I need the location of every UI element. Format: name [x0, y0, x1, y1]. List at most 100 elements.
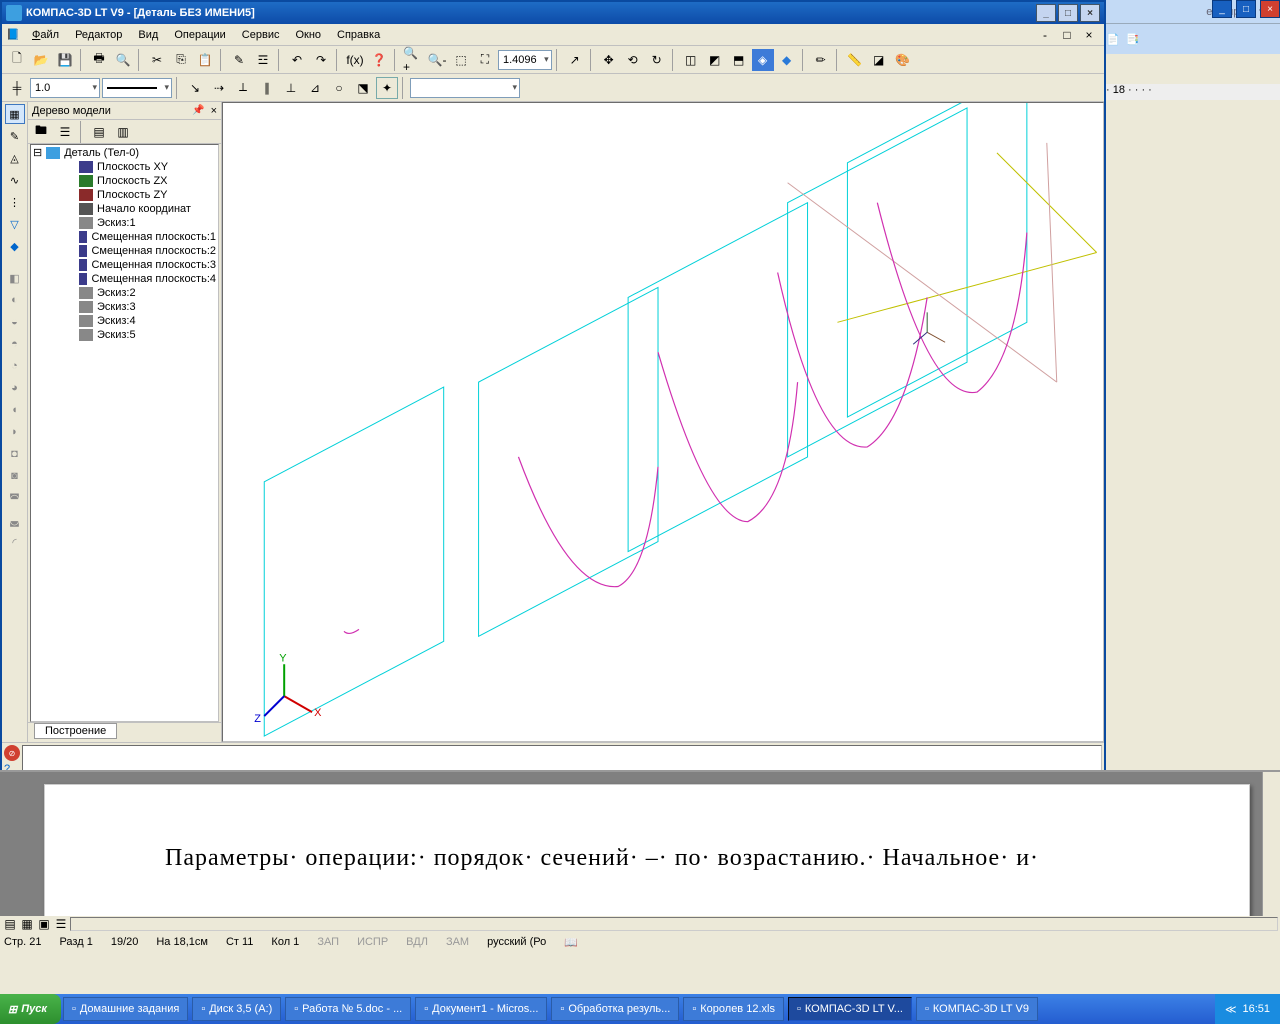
- preview-icon[interactable]: 🔍: [112, 49, 134, 71]
- op-mirror[interactable]: ◚: [5, 488, 25, 508]
- maximize-button[interactable]: □: [1058, 4, 1078, 22]
- vtab-measure[interactable]: ▽: [5, 214, 25, 234]
- edit-sketch-icon[interactable]: ✏: [810, 49, 832, 71]
- stop-icon[interactable]: ⊘: [4, 745, 20, 761]
- cut-icon[interactable]: ✂: [146, 49, 168, 71]
- shaded-icon[interactable]: ◆: [776, 49, 798, 71]
- tree-collapse-icon[interactable]: ▥: [112, 121, 134, 143]
- pin-icon[interactable]: 📌: [192, 105, 204, 116]
- mdi-restore[interactable]: □: [1056, 24, 1078, 46]
- close-button[interactable]: ×: [1080, 4, 1100, 22]
- copy-icon[interactable]: ⎘: [170, 49, 192, 71]
- op-rib[interactable]: ◘: [5, 444, 25, 464]
- vtab-edit[interactable]: ✎: [5, 126, 25, 146]
- vtab-curve[interactable]: ∿: [5, 170, 25, 190]
- tree-item[interactable]: Смещенная плоскость:2: [31, 244, 218, 258]
- vtab-surface[interactable]: ◬: [5, 148, 25, 168]
- op-extrude[interactable]: ◧: [5, 268, 25, 288]
- op-loft[interactable]: ◒: [5, 312, 25, 332]
- paste-icon[interactable]: 📋: [194, 49, 216, 71]
- word-page[interactable]: Параметры· операции:· порядок· сечений· …: [44, 784, 1250, 918]
- tray-lang-icon[interactable]: ≪: [1225, 1003, 1237, 1016]
- menu-service[interactable]: Сервис: [234, 27, 288, 43]
- vtab-aux[interactable]: ⋮: [5, 192, 25, 212]
- taskbar-task[interactable]: ▫Диск 3,5 (A:): [192, 997, 281, 1021]
- taskbar-task[interactable]: ▫Работа № 5.doc - ...: [285, 997, 411, 1021]
- tree-filter-icon[interactable]: ☰: [54, 121, 76, 143]
- tree-item[interactable]: Смещенная плоскость:4: [31, 272, 218, 286]
- minimize-button[interactable]: _: [1036, 4, 1056, 22]
- view-top-icon[interactable]: ⬒: [728, 49, 750, 71]
- word-spellcheck-icon[interactable]: 📖: [564, 936, 578, 949]
- menu-help[interactable]: Справка: [329, 27, 388, 43]
- save-icon[interactable]: 💾: [54, 49, 76, 71]
- word-view-normal[interactable]: ▤: [2, 917, 18, 931]
- word-view-web[interactable]: ▦: [19, 917, 35, 931]
- op-hole[interactable]: ◕: [5, 378, 25, 398]
- taskbar-task[interactable]: ▫Обработка резуль...: [551, 997, 679, 1021]
- tree-item[interactable]: Начало координат: [31, 202, 218, 216]
- op-boolean[interactable]: ◛: [5, 510, 25, 530]
- layer-combo[interactable]: [410, 78, 520, 98]
- tree-item[interactable]: Смещенная плоскость:1: [31, 230, 218, 244]
- op-fillet[interactable]: ◖: [5, 400, 25, 420]
- op-sweep[interactable]: ◓: [5, 334, 25, 354]
- start-button[interactable]: ⊞Пуск: [0, 994, 61, 1024]
- taskbar-task[interactable]: ▫Домашние задания: [63, 997, 188, 1021]
- rotate-icon[interactable]: ⟲: [622, 49, 644, 71]
- undo-icon[interactable]: ↶: [286, 49, 308, 71]
- mdi-minimize[interactable]: -: [1034, 24, 1056, 46]
- orbit-icon[interactable]: ↻: [646, 49, 668, 71]
- tree-close-icon[interactable]: ×: [211, 105, 217, 117]
- op-pattern[interactable]: ◙: [5, 466, 25, 486]
- tree-expand-icon[interactable]: ▤: [88, 121, 110, 143]
- word-view-outline[interactable]: ☰: [53, 917, 69, 931]
- material-icon[interactable]: 🎨: [892, 49, 914, 71]
- tree-item[interactable]: Эскиз:3: [31, 300, 218, 314]
- tree-root[interactable]: ⊟Деталь (Тел-0): [31, 145, 218, 160]
- taskbar-task[interactable]: ▫Документ1 - Micros...: [415, 997, 547, 1021]
- menu-view[interactable]: Вид: [130, 27, 166, 43]
- zoom-in-icon[interactable]: 🔍+: [402, 49, 424, 71]
- vtab-geometry[interactable]: ▦: [5, 104, 25, 124]
- linestyle-icon[interactable]: ╪: [6, 77, 28, 99]
- outer-restore[interactable]: □: [1236, 0, 1256, 18]
- pan-icon[interactable]: ✥: [598, 49, 620, 71]
- zoom-out-icon[interactable]: 🔍-: [426, 49, 448, 71]
- tree-item[interactable]: Плоскость XY: [31, 160, 218, 174]
- view-iso-icon[interactable]: ◫: [680, 49, 702, 71]
- taskbar-task[interactable]: ▫КОМПАС-3D LT V9: [916, 997, 1038, 1021]
- tree-tab-build[interactable]: Построение: [34, 723, 117, 739]
- tree-item[interactable]: Эскиз:2: [31, 286, 218, 300]
- variables-icon[interactable]: f(x): [344, 49, 366, 71]
- menu-window[interactable]: Окно: [287, 27, 329, 43]
- tree-item[interactable]: Эскиз:1: [31, 216, 218, 230]
- scale-combo[interactable]: 1.0: [30, 78, 100, 98]
- op-thread[interactable]: ◜: [5, 532, 25, 552]
- measure-icon[interactable]: 📏: [844, 49, 866, 71]
- taskbar-task[interactable]: ▫КОМПАС-3D LT V...: [788, 997, 912, 1021]
- whatsthis-icon[interactable]: ❓: [368, 49, 390, 71]
- coord-icon[interactable]: ↗: [564, 49, 586, 71]
- tree-item[interactable]: Эскиз:4: [31, 314, 218, 328]
- op-revolve[interactable]: ◐: [5, 290, 25, 310]
- word-hscroll[interactable]: [70, 917, 1278, 931]
- print-icon[interactable]: 🖶: [88, 49, 110, 71]
- op-cut[interactable]: ◔: [5, 356, 25, 376]
- new-icon[interactable]: 🗋: [6, 49, 28, 71]
- zoom-fit-icon[interactable]: ⛶: [474, 49, 496, 71]
- tree-item[interactable]: Смещенная плоскость:3: [31, 258, 218, 272]
- section-icon[interactable]: ◪: [868, 49, 890, 71]
- menu-editor[interactable]: Редактор: [67, 27, 130, 43]
- tree-item[interactable]: Эскиз:5: [31, 328, 218, 342]
- zoom-window-icon[interactable]: ⬚: [450, 49, 472, 71]
- wireframe-icon[interactable]: ◈: [752, 49, 774, 71]
- redo-icon[interactable]: ↷: [310, 49, 332, 71]
- mdi-close[interactable]: ×: [1078, 24, 1100, 46]
- open-icon[interactable]: 📂: [30, 49, 52, 71]
- vtab-params[interactable]: ◆: [5, 236, 25, 256]
- zoom-combo[interactable]: 1.4096: [498, 50, 552, 70]
- style-combo[interactable]: [102, 78, 172, 98]
- tree-item[interactable]: Плоскость ZX: [31, 174, 218, 188]
- word-view-print[interactable]: ▣: [36, 917, 52, 931]
